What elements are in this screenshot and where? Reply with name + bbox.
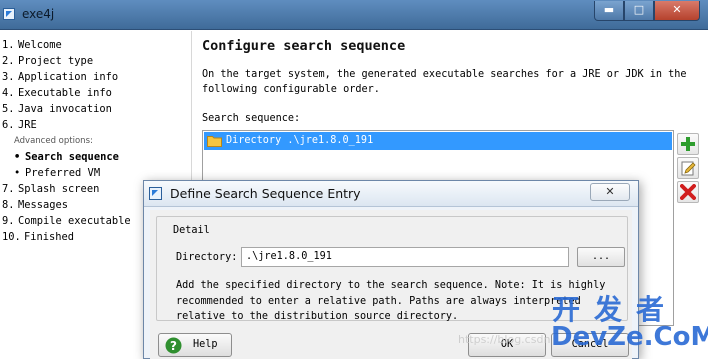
step-java-invocation[interactable]: 5. Java invocation	[2, 102, 112, 117]
step-splash-screen[interactable]: 7. Splash screen	[2, 182, 99, 197]
directory-label: Directory:	[176, 252, 238, 263]
minimize-button[interactable]: ▬	[594, 1, 624, 21]
detail-group-label: Detail	[171, 225, 212, 236]
search-sequence-label: Search sequence:	[202, 113, 301, 124]
directory-input[interactable]: .\jre1.8.0_191	[241, 247, 569, 267]
help-button-label: Help	[193, 339, 218, 350]
edit-entry-button[interactable]	[677, 157, 699, 179]
list-item-label: Directory .\jre1.8.0_191	[226, 135, 374, 146]
dialog-titlebar[interactable]: Define Search Sequence Entry ✕	[144, 181, 638, 207]
maximize-button[interactable]: □	[624, 1, 654, 21]
remove-entry-button[interactable]	[677, 181, 699, 203]
close-button[interactable]: ✕	[654, 1, 700, 21]
step-executable-info[interactable]: 4. Executable info	[2, 86, 112, 101]
svg-text:?: ?	[170, 339, 177, 353]
watermark-logo-domain: DevZe.CoM	[551, 322, 708, 352]
help-button[interactable]: ? Help	[158, 333, 232, 357]
step-messages[interactable]: 8. Messages	[2, 198, 68, 213]
window-title: exe4j	[22, 7, 55, 21]
window-titlebar[interactable]: exe4j ▬ □ ✕	[0, 0, 708, 30]
app-icon	[3, 8, 15, 20]
edit-icon	[681, 161, 696, 176]
step-application-info[interactable]: 3. Application info	[2, 70, 118, 85]
add-entry-button[interactable]	[677, 133, 699, 155]
watermark-url: https://blog.csdn	[458, 333, 551, 346]
page-description: On the target system, the generated exec…	[202, 69, 687, 95]
step-project-type[interactable]: 2. Project type	[2, 54, 93, 69]
browse-button[interactable]: ...	[577, 247, 625, 267]
step-search-sequence[interactable]: • Search sequence	[14, 150, 119, 165]
help-icon: ?	[165, 337, 182, 354]
dialog-app-icon	[149, 187, 162, 200]
page-title: Configure search sequence	[202, 38, 406, 54]
step-jre[interactable]: 6. JRE	[2, 118, 37, 133]
folder-icon	[207, 136, 222, 147]
window-controls: ▬ □ ✕	[594, 1, 700, 23]
step-welcome[interactable]: 1. Welcome	[2, 38, 62, 53]
step-finished[interactable]: 10. Finished	[2, 230, 74, 245]
advanced-options-label: Advanced options:	[14, 136, 93, 146]
list-item[interactable]: Directory .\jre1.8.0_191	[204, 132, 672, 150]
step-preferred-vm[interactable]: • Preferred VM	[14, 166, 100, 181]
step-compile-executable[interactable]: 9. Compile executable	[2, 214, 131, 229]
plus-icon	[681, 137, 695, 151]
dialog-close-button[interactable]: ✕	[590, 183, 630, 201]
dialog-title: Define Search Sequence Entry	[170, 186, 361, 201]
delete-icon	[680, 184, 696, 200]
